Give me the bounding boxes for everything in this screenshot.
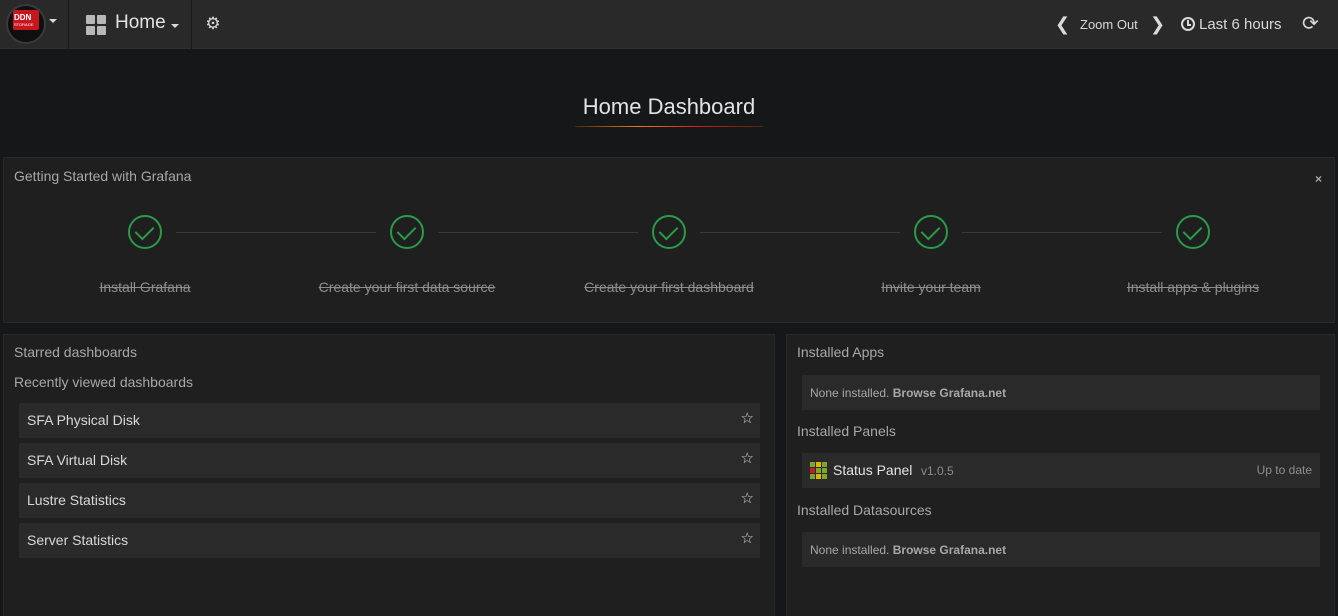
star-icon[interactable]: ☆ — [741, 489, 754, 509]
getting-started-panel: Getting Started with Grafana × Install G… — [3, 157, 1335, 323]
check-circle-icon — [128, 215, 162, 249]
list-item[interactable]: Lustre Statistics ☆ — [19, 483, 760, 518]
check-circle-icon — [390, 215, 424, 249]
plugin-list-panel: Installed Apps None installed. Browse Gr… — [786, 334, 1335, 616]
panel-title: Getting Started with Grafana — [14, 168, 192, 184]
ddn-logo: DDN STORAGE — [6, 4, 46, 44]
browse-grafana-link[interactable]: Browse Grafana.net — [893, 543, 1006, 557]
browse-grafana-link[interactable]: Browse Grafana.net — [893, 386, 1006, 400]
chevron-down-icon — [171, 24, 179, 28]
list-item[interactable]: SFA Virtual Disk ☆ — [19, 443, 760, 478]
step-create-data-source[interactable]: Create your first data source — [297, 279, 517, 295]
installed-datasources-box: None installed. Browse Grafana.net — [802, 532, 1320, 567]
list-item[interactable]: Server Statistics ☆ — [19, 523, 760, 558]
title-underline — [575, 126, 763, 127]
refresh-icon[interactable]: ⟳ — [1302, 13, 1319, 35]
check-circle-icon — [914, 215, 948, 249]
step-install-plugins[interactable]: Install apps & plugins — [1083, 279, 1303, 295]
chevron-right-icon[interactable]: ❯ — [1150, 14, 1165, 34]
star-icon[interactable]: ☆ — [741, 409, 754, 429]
step-connector — [962, 232, 1162, 233]
plugin-name: Status Panel — [833, 462, 913, 478]
dashboard-name: Home — [115, 12, 166, 33]
dashboard-list-panel: Starred dashboards Recently viewed dashb… — [3, 334, 775, 616]
gear-icon[interactable]: ⚙ — [204, 15, 222, 33]
clock-icon[interactable] — [1181, 17, 1195, 31]
star-icon[interactable]: ☆ — [741, 449, 754, 469]
status-panel-icon — [810, 462, 828, 480]
installed-apps-box: None installed. Browse Grafana.net — [802, 375, 1320, 410]
step-create-dashboard[interactable]: Create your first dashboard — [559, 279, 779, 295]
recent-dashboards-heading: Recently viewed dashboards — [14, 374, 193, 390]
time-range-picker[interactable]: Last 6 hours — [1199, 16, 1282, 33]
list-item[interactable]: SFA Physical Disk ☆ — [19, 403, 760, 438]
zoom-out-button[interactable]: Zoom Out — [1080, 17, 1138, 32]
dashboard-grid-icon — [86, 15, 106, 35]
starred-dashboards-heading: Starred dashboards — [14, 344, 137, 360]
step-connector — [438, 232, 638, 233]
step-invite-team[interactable]: Invite your team — [831, 279, 1031, 295]
step-connector — [176, 232, 376, 233]
none-installed-text: None installed. — [810, 543, 890, 557]
installed-apps-heading: Installed Apps — [797, 344, 885, 360]
plugin-item[interactable]: Status Panel v1.0.5 Up to date — [802, 453, 1320, 488]
logo-menu-button[interactable]: DDN STORAGE — [0, 0, 69, 49]
chevron-left-icon[interactable]: ❮ — [1055, 14, 1070, 34]
plugin-version: v1.0.5 — [921, 464, 954, 478]
none-installed-text: None installed. — [810, 386, 890, 400]
top-navbar: DDN STORAGE Home ⚙ ❮ Zoom Out ❯ Last 6 h… — [0, 0, 1338, 49]
plugin-update-status: Up to date — [1256, 463, 1312, 477]
installed-panels-heading: Installed Panels — [797, 423, 896, 439]
check-circle-icon — [1176, 215, 1210, 249]
step-install-grafana[interactable]: Install Grafana — [45, 279, 245, 295]
page-title: Home Dashboard — [582, 94, 756, 119]
dashboard-picker-button[interactable]: Home — [70, 0, 192, 49]
check-circle-icon — [652, 215, 686, 249]
star-icon[interactable]: ☆ — [741, 529, 754, 549]
installed-datasources-heading: Installed Datasources — [797, 502, 932, 518]
step-connector — [700, 232, 900, 233]
close-icon[interactable]: × — [1315, 172, 1322, 186]
chevron-down-icon — [49, 19, 57, 23]
